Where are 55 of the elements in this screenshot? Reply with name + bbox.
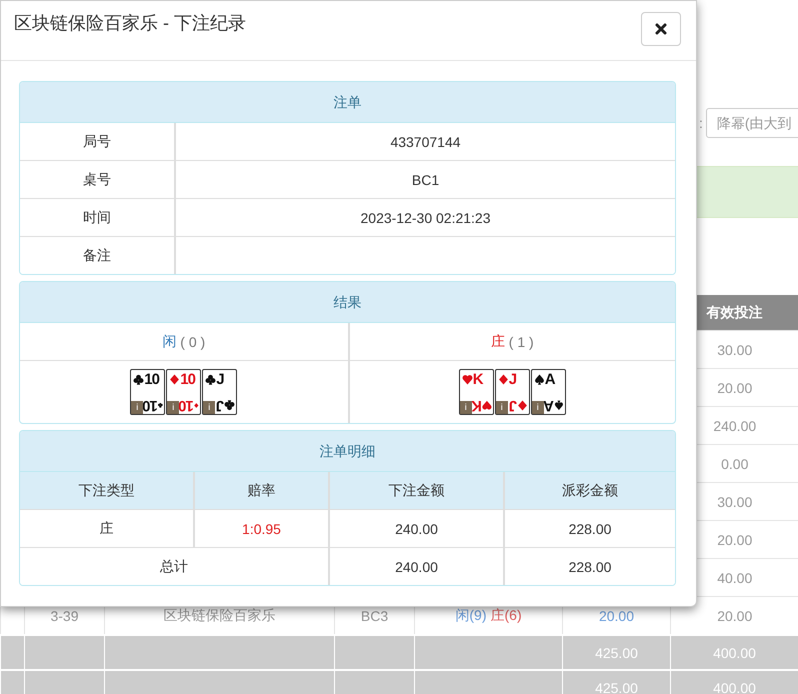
card-rank: J bbox=[216, 397, 224, 414]
diamond-icon bbox=[169, 374, 180, 385]
side-name: 庄 bbox=[490, 332, 505, 350]
column-header: 下注金额 bbox=[328, 472, 503, 509]
column-header: 下注类型 bbox=[20, 472, 193, 509]
card-rank: J bbox=[509, 397, 517, 414]
card-rank: A bbox=[544, 371, 555, 388]
close-icon bbox=[655, 23, 667, 35]
spade-icon bbox=[534, 374, 545, 385]
total-label: 总计 bbox=[20, 547, 328, 585]
card-rank: A bbox=[544, 397, 554, 414]
field-value: 2023-12-30 02:21:23 bbox=[174, 198, 675, 236]
info-tag: i bbox=[532, 401, 544, 414]
panel-title: 结果 bbox=[20, 282, 675, 323]
heart-icon bbox=[462, 374, 473, 385]
panel-title: 注单明细 bbox=[20, 431, 675, 472]
spade-icon bbox=[554, 400, 564, 411]
sort-label: : bbox=[699, 115, 703, 131]
dialog-title: 区块链保险百家乐 - 下注纪录 bbox=[14, 12, 246, 35]
diamond-icon bbox=[516, 400, 528, 411]
side-score: ( 1 ) bbox=[508, 334, 534, 350]
info-tag: i bbox=[496, 401, 508, 414]
column-header: 赔率 bbox=[193, 472, 328, 509]
table-cell: 228.00 bbox=[503, 547, 675, 585]
table-cell: 240.00 bbox=[328, 509, 503, 547]
field-value: BC1 bbox=[174, 160, 675, 198]
club-icon bbox=[133, 374, 144, 385]
panel-title: 注单 bbox=[20, 82, 675, 123]
card-rank: K bbox=[472, 371, 483, 388]
club-icon bbox=[205, 374, 216, 385]
heart-icon bbox=[482, 400, 492, 411]
field-label: 备注 bbox=[20, 236, 174, 274]
table-cell: 228.00 bbox=[503, 509, 675, 547]
info-tag: i bbox=[460, 401, 472, 414]
card-rank: K bbox=[472, 397, 482, 414]
result-text: 闲(9) 庄(6) bbox=[455, 606, 522, 622]
info-tag: i bbox=[167, 401, 180, 414]
card-rank: 10 bbox=[179, 397, 194, 414]
info-tag: i bbox=[131, 401, 144, 414]
table-cell: 240.00 bbox=[328, 547, 503, 585]
diamond-icon bbox=[194, 400, 200, 411]
club-icon bbox=[224, 400, 236, 411]
table-cell: 1:0.95 bbox=[193, 509, 328, 547]
card-rank: 10 bbox=[180, 371, 195, 388]
info-tag: i bbox=[203, 401, 216, 414]
card-rank: J bbox=[508, 371, 516, 388]
diamond-icon bbox=[498, 374, 509, 385]
card-rank: J bbox=[216, 371, 224, 388]
side-name: 闲 bbox=[162, 332, 176, 350]
card-rank: 10 bbox=[144, 371, 159, 388]
sort-field[interactable]: 降幂(由大到 bbox=[706, 108, 798, 138]
side-score: ( 0 ) bbox=[180, 334, 206, 350]
card-rank: 10 bbox=[143, 397, 158, 414]
close-button[interactable] bbox=[641, 12, 681, 46]
column-header: 派彩金额 bbox=[503, 472, 675, 509]
